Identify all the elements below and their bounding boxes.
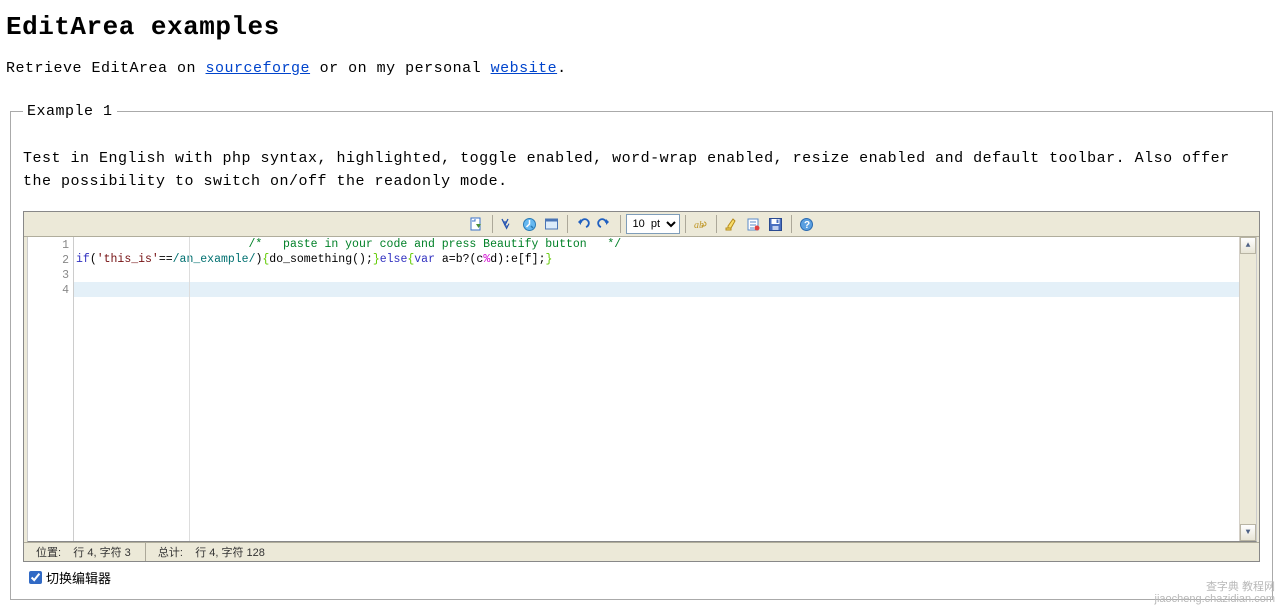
example-1-fieldset: Example 1 Test in English with php synta… — [10, 103, 1273, 600]
scroll-up-icon[interactable]: ▲ — [1240, 237, 1256, 254]
status-position: 位置: 行 4, 字符 3 — [30, 543, 146, 561]
go-to-line-icon[interactable] — [520, 214, 540, 234]
intro-mid: or on my personal — [310, 60, 491, 77]
editor-toolbar: 10 pt ab ? — [24, 212, 1259, 237]
code-line-2: if('this_is'==/an_example/){do_something… — [74, 252, 1239, 267]
intro-pre: Retrieve EditArea on — [6, 60, 206, 77]
toolbar-separator — [716, 215, 717, 233]
scroll-down-icon[interactable]: ▼ — [1240, 524, 1256, 541]
example-1-legend: Example 1 — [23, 103, 117, 120]
code-editor: 10 pt ab ? 1 2 — [23, 211, 1260, 562]
line-number: 1 — [28, 238, 73, 253]
editor-status-bar: 位置: 行 4, 字符 3 总计: 行 4, 字符 128 — [24, 542, 1259, 561]
line-number: 2 — [28, 253, 73, 268]
toggle-editor-row: 切换编辑器 — [23, 568, 1260, 587]
reset-highlight-icon[interactable] — [744, 214, 764, 234]
code-area[interactable]: /* paste in your code and press Beautify… — [74, 237, 1239, 541]
svg-text:?: ? — [804, 220, 810, 231]
code-line-1: /* paste in your code and press Beautify… — [74, 237, 1239, 252]
code-area-wrapper: 1 2 3 4 /* paste in your code and press … — [27, 237, 1257, 542]
fullscreen-icon[interactable] — [542, 214, 562, 234]
code-line-4 — [74, 282, 1239, 297]
undo-icon[interactable] — [573, 214, 593, 234]
line-number-gutter: 1 2 3 4 — [28, 237, 74, 541]
toolbar-separator — [620, 215, 621, 233]
highlight-icon[interactable] — [722, 214, 742, 234]
toolbar-separator — [492, 215, 493, 233]
toolbar-separator — [567, 215, 568, 233]
website-link[interactable]: website — [491, 60, 558, 77]
save-icon[interactable] — [766, 214, 786, 234]
redo-icon[interactable] — [595, 214, 615, 234]
intro-post: . — [557, 60, 567, 77]
font-size-select[interactable]: 10 pt — [626, 214, 680, 234]
toggle-editor-label[interactable]: 切换编辑器 — [46, 568, 111, 587]
new-document-icon[interactable] — [467, 214, 487, 234]
word-wrap-icon[interactable]: ab — [691, 214, 711, 234]
example-1-description: Test in English with php syntax, highlig… — [23, 148, 1260, 193]
watermark: 查字典 教程网 jiaocheng.chazidian.com — [1155, 581, 1275, 605]
line-number: 4 — [28, 283, 73, 298]
line-number: 3 — [28, 268, 73, 283]
search-icon[interactable] — [498, 214, 518, 234]
intro-text: Retrieve EditArea on sourceforge or on m… — [6, 60, 1279, 77]
status-total: 总计: 行 4, 字符 128 — [146, 543, 279, 561]
font-size-dropdown[interactable]: 10 pt — [627, 215, 679, 233]
toolbar-separator — [791, 215, 792, 233]
help-icon[interactable]: ? — [797, 214, 817, 234]
sourceforge-link[interactable]: sourceforge — [206, 60, 311, 77]
vertical-scrollbar[interactable]: ▲ ▼ — [1239, 237, 1256, 541]
toolbar-separator — [685, 215, 686, 233]
code-line-3 — [74, 267, 1239, 282]
toggle-editor-checkbox[interactable] — [29, 571, 42, 584]
page-title: EditArea examples — [6, 12, 1279, 42]
